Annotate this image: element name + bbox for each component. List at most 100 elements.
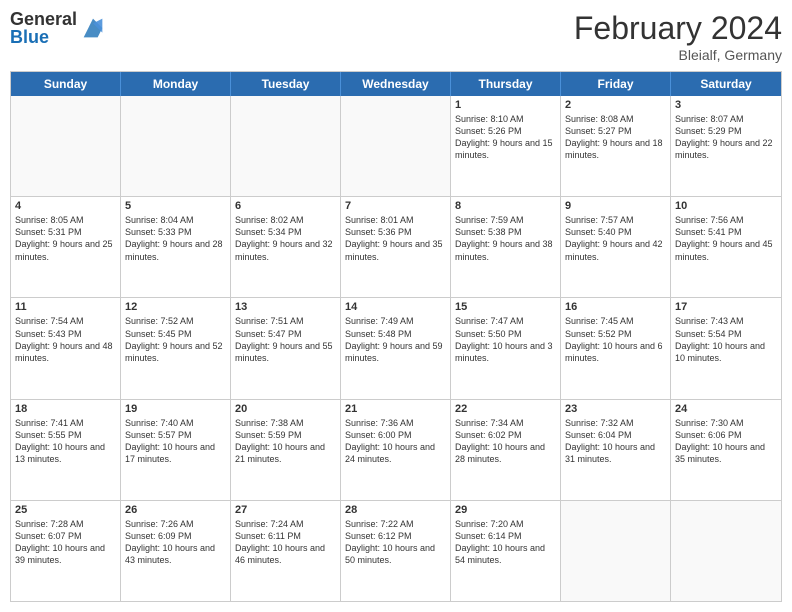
day-number: 19 xyxy=(125,403,226,415)
day-cell: 6 Sunrise: 8:02 AMSunset: 5:34 PMDaylight… xyxy=(231,197,341,297)
day-info: Sunrise: 7:40 AMSunset: 5:57 PMDaylight:… xyxy=(125,417,226,466)
day-info: Sunrise: 8:05 AMSunset: 5:31 PMDaylight:… xyxy=(15,214,116,263)
day-cell: 12 Sunrise: 7:52 AMSunset: 5:45 PMDayligh… xyxy=(121,298,231,398)
day-info: Sunrise: 8:08 AMSunset: 5:27 PMDaylight:… xyxy=(565,113,666,162)
day-info: Sunrise: 7:38 AMSunset: 5:59 PMDaylight:… xyxy=(235,417,336,466)
title-section: February 2024 Bleialf, Germany xyxy=(574,10,782,63)
day-number: 5 xyxy=(125,200,226,212)
day-cell: 29 Sunrise: 7:20 AMSunset: 6:14 PMDayligh… xyxy=(451,501,561,601)
day-info: Sunrise: 7:34 AMSunset: 6:02 PMDaylight:… xyxy=(455,417,556,466)
day-header-monday: Monday xyxy=(121,72,231,96)
day-info: Sunrise: 7:26 AMSunset: 6:09 PMDaylight:… xyxy=(125,518,226,567)
day-info: Sunrise: 7:49 AMSunset: 5:48 PMDaylight:… xyxy=(345,315,446,364)
day-header-thursday: Thursday xyxy=(451,72,561,96)
day-headers: SundayMondayTuesdayWednesdayThursdayFrid… xyxy=(11,72,781,96)
day-header-tuesday: Tuesday xyxy=(231,72,341,96)
day-info: Sunrise: 7:45 AMSunset: 5:52 PMDaylight:… xyxy=(565,315,666,364)
day-number: 29 xyxy=(455,504,556,516)
day-info: Sunrise: 8:04 AMSunset: 5:33 PMDaylight:… xyxy=(125,214,226,263)
day-cell: 22 Sunrise: 7:34 AMSunset: 6:02 PMDayligh… xyxy=(451,400,561,500)
day-cell: 10 Sunrise: 7:56 AMSunset: 5:41 PMDayligh… xyxy=(671,197,781,297)
day-cell xyxy=(121,96,231,196)
day-cell: 26 Sunrise: 7:26 AMSunset: 6:09 PMDayligh… xyxy=(121,501,231,601)
day-number: 23 xyxy=(565,403,666,415)
day-info: Sunrise: 8:02 AMSunset: 5:34 PMDaylight:… xyxy=(235,214,336,263)
day-number: 21 xyxy=(345,403,446,415)
day-number: 17 xyxy=(675,301,777,313)
day-info: Sunrise: 8:07 AMSunset: 5:29 PMDaylight:… xyxy=(675,113,777,162)
day-cell: 14Sunrise: 7:49 AMSunset: 5:48 PMDayligh… xyxy=(341,298,451,398)
day-cell: 7 Sunrise: 8:01 AMSunset: 5:36 PMDaylight… xyxy=(341,197,451,297)
day-cell: 8 Sunrise: 7:59 AMSunset: 5:38 PMDaylight… xyxy=(451,197,561,297)
day-number: 26 xyxy=(125,504,226,516)
day-info: Sunrise: 7:24 AMSunset: 6:11 PMDaylight:… xyxy=(235,518,336,567)
day-number: 13 xyxy=(235,301,336,313)
logo: General Blue xyxy=(10,10,107,46)
day-number: 7 xyxy=(345,200,446,212)
location-subtitle: Bleialf, Germany xyxy=(574,47,782,63)
logo-general-text: General xyxy=(10,10,77,28)
day-info: Sunrise: 7:56 AMSunset: 5:41 PMDaylight:… xyxy=(675,214,777,263)
day-info: Sunrise: 7:22 AMSunset: 6:12 PMDaylight:… xyxy=(345,518,446,567)
day-number: 18 xyxy=(15,403,116,415)
day-info: Sunrise: 7:32 AMSunset: 6:04 PMDaylight:… xyxy=(565,417,666,466)
day-number: 16 xyxy=(565,301,666,313)
day-number: 4 xyxy=(15,200,116,212)
day-number: 22 xyxy=(455,403,556,415)
day-cell xyxy=(561,501,671,601)
day-cell: 15 Sunrise: 7:47 AMSunset: 5:50 PMDayligh… xyxy=(451,298,561,398)
day-number: 9 xyxy=(565,200,666,212)
day-header-saturday: Saturday xyxy=(671,72,781,96)
day-info: Sunrise: 7:36 AMSunset: 6:00 PMDaylight:… xyxy=(345,417,446,466)
day-header-wednesday: Wednesday xyxy=(341,72,451,96)
day-header-friday: Friday xyxy=(561,72,671,96)
day-info: Sunrise: 7:20 AMSunset: 6:14 PMDaylight:… xyxy=(455,518,556,567)
logo-icon xyxy=(79,14,107,42)
day-info: Sunrise: 7:59 AMSunset: 5:38 PMDaylight:… xyxy=(455,214,556,263)
day-cell: 20Sunrise: 7:38 AMSunset: 5:59 PMDayligh… xyxy=(231,400,341,500)
day-number: 6 xyxy=(235,200,336,212)
day-number: 3 xyxy=(675,99,777,111)
day-number: 2 xyxy=(565,99,666,111)
week-row-4: 18Sunrise: 7:41 AMSunset: 5:55 PMDayligh… xyxy=(11,399,781,500)
day-number: 28 xyxy=(345,504,446,516)
day-cell: 23 Sunrise: 7:32 AMSunset: 6:04 PMDayligh… xyxy=(561,400,671,500)
day-info: Sunrise: 7:47 AMSunset: 5:50 PMDaylight:… xyxy=(455,315,556,364)
week-row-1: 1 Sunrise: 8:10 AMSunset: 5:26 PMDaylight… xyxy=(11,96,781,196)
day-number: 12 xyxy=(125,301,226,313)
day-cell: 11Sunrise: 7:54 AMSunset: 5:43 PMDayligh… xyxy=(11,298,121,398)
day-header-sunday: Sunday xyxy=(11,72,121,96)
day-info: Sunrise: 7:43 AMSunset: 5:54 PMDaylight:… xyxy=(675,315,777,364)
day-info: Sunrise: 8:10 AMSunset: 5:26 PMDaylight:… xyxy=(455,113,556,162)
day-number: 10 xyxy=(675,200,777,212)
day-cell: 18Sunrise: 7:41 AMSunset: 5:55 PMDayligh… xyxy=(11,400,121,500)
day-info: Sunrise: 7:30 AMSunset: 6:06 PMDaylight:… xyxy=(675,417,777,466)
day-info: Sunrise: 8:01 AMSunset: 5:36 PMDaylight:… xyxy=(345,214,446,263)
day-info: Sunrise: 7:57 AMSunset: 5:40 PMDaylight:… xyxy=(565,214,666,263)
day-cell: 9 Sunrise: 7:57 AMSunset: 5:40 PMDaylight… xyxy=(561,197,671,297)
day-info: Sunrise: 7:52 AMSunset: 5:45 PMDaylight:… xyxy=(125,315,226,364)
day-cell: 21 Sunrise: 7:36 AMSunset: 6:00 PMDayligh… xyxy=(341,400,451,500)
week-row-3: 11Sunrise: 7:54 AMSunset: 5:43 PMDayligh… xyxy=(11,297,781,398)
day-number: 27 xyxy=(235,504,336,516)
day-number: 8 xyxy=(455,200,556,212)
day-info: Sunrise: 7:51 AMSunset: 5:47 PMDaylight:… xyxy=(235,315,336,364)
day-cell: 5 Sunrise: 8:04 AMSunset: 5:33 PMDaylight… xyxy=(121,197,231,297)
day-number: 11 xyxy=(15,301,116,313)
day-cell: 4 Sunrise: 8:05 AMSunset: 5:31 PMDaylight… xyxy=(11,197,121,297)
day-cell: 16 Sunrise: 7:45 AMSunset: 5:52 PMDayligh… xyxy=(561,298,671,398)
day-number: 15 xyxy=(455,301,556,313)
calendar: SundayMondayTuesdayWednesdayThursdayFrid… xyxy=(10,71,782,602)
header: General Blue February 2024 Bleialf, Germ… xyxy=(10,10,782,63)
day-cell xyxy=(231,96,341,196)
day-number: 25 xyxy=(15,504,116,516)
day-cell: 1 Sunrise: 8:10 AMSunset: 5:26 PMDaylight… xyxy=(451,96,561,196)
month-title: February 2024 xyxy=(574,10,782,47)
week-row-5: 25Sunrise: 7:28 AMSunset: 6:07 PMDayligh… xyxy=(11,500,781,601)
logo-blue-text: Blue xyxy=(10,28,77,46)
day-cell: 19 Sunrise: 7:40 AMSunset: 5:57 PMDayligh… xyxy=(121,400,231,500)
day-cell xyxy=(341,96,451,196)
day-cell: 3 Sunrise: 8:07 AMSunset: 5:29 PMDaylight… xyxy=(671,96,781,196)
day-cell xyxy=(671,501,781,601)
day-number: 1 xyxy=(455,99,556,111)
